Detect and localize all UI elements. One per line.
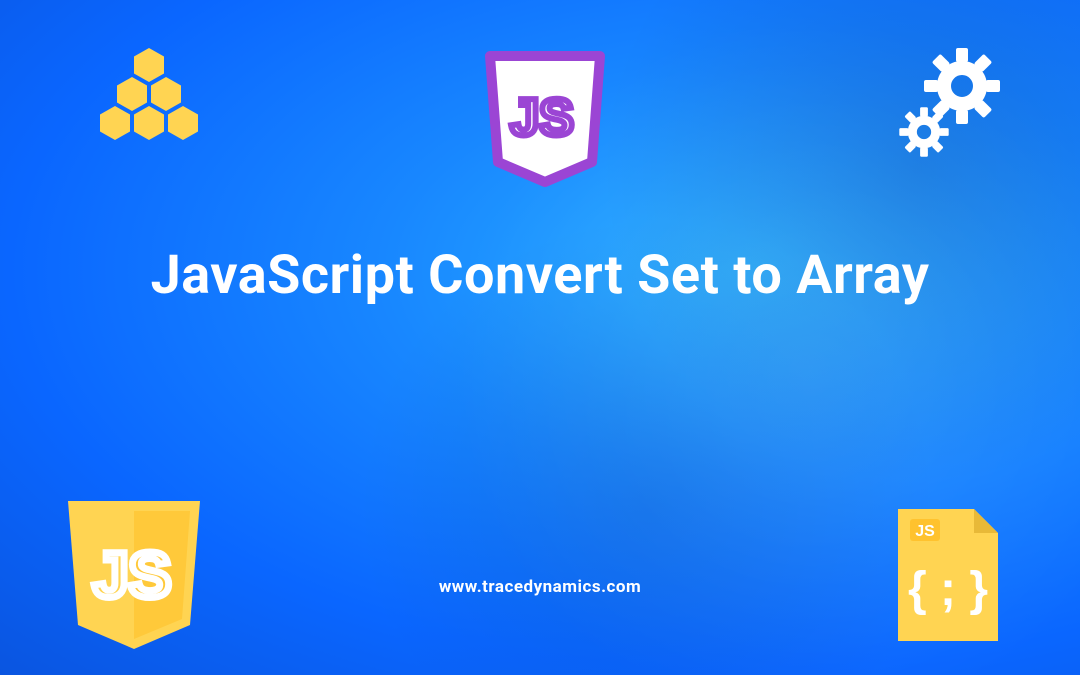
gears-icon xyxy=(890,46,1010,166)
js-file-icon: JS { ; } xyxy=(888,505,1008,645)
hexagons-icon xyxy=(90,48,210,168)
js-shield-purple-icon: JS xyxy=(480,50,610,190)
banner-canvas: JS xyxy=(0,0,1080,675)
svg-text:JS: JS xyxy=(93,539,171,611)
svg-text:JS: JS xyxy=(915,523,935,540)
js-shield-yellow-icon: JS xyxy=(60,497,208,655)
svg-text:JS: JS xyxy=(510,89,574,147)
page-title: JavaScript Convert Set to Array xyxy=(0,244,1080,307)
website-url: www.tracedynamics.com xyxy=(0,577,1080,597)
